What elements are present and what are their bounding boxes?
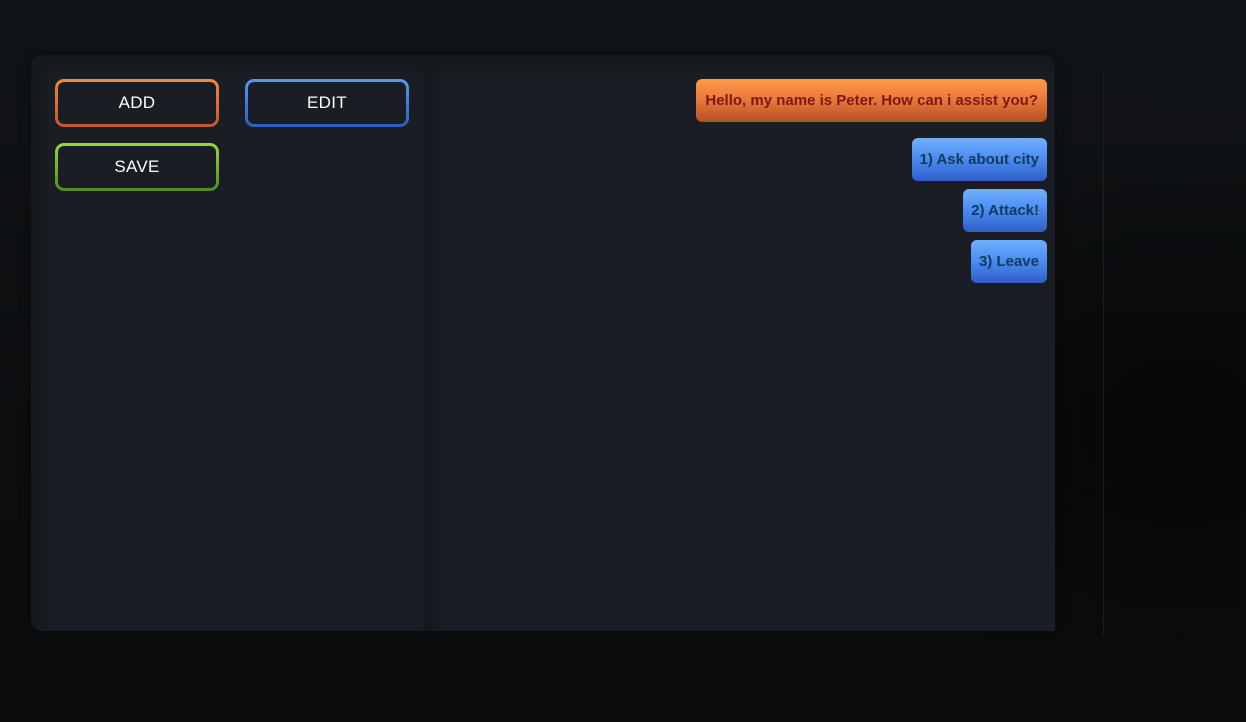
edit-button[interactable]: EDIT [245,79,409,127]
dialogue-option-attack[interactable]: 2) Attack! [963,189,1047,232]
save-button-label: SAVE [58,146,216,188]
editor-window: ADD EDIT SAVE Hello, my name is Peter. H… [31,55,1055,631]
edit-button-label: EDIT [248,82,406,124]
dialogue-option-ask-about-city[interactable]: 1) Ask about city [911,138,1047,181]
dialogue-option-leave[interactable]: 3) Leave [970,240,1047,283]
npc-dialogue-line[interactable]: Hello, my name is Peter. How can i assis… [696,79,1047,122]
tools-panel: ADD EDIT SAVE [47,71,423,631]
add-button-label: ADD [58,82,216,124]
add-button[interactable]: ADD [55,79,219,127]
save-button[interactable]: SAVE [55,143,219,191]
dialogue-preview-panel: Hello, my name is Peter. How can i assis… [439,71,1055,631]
divider-line [1103,70,1104,635]
